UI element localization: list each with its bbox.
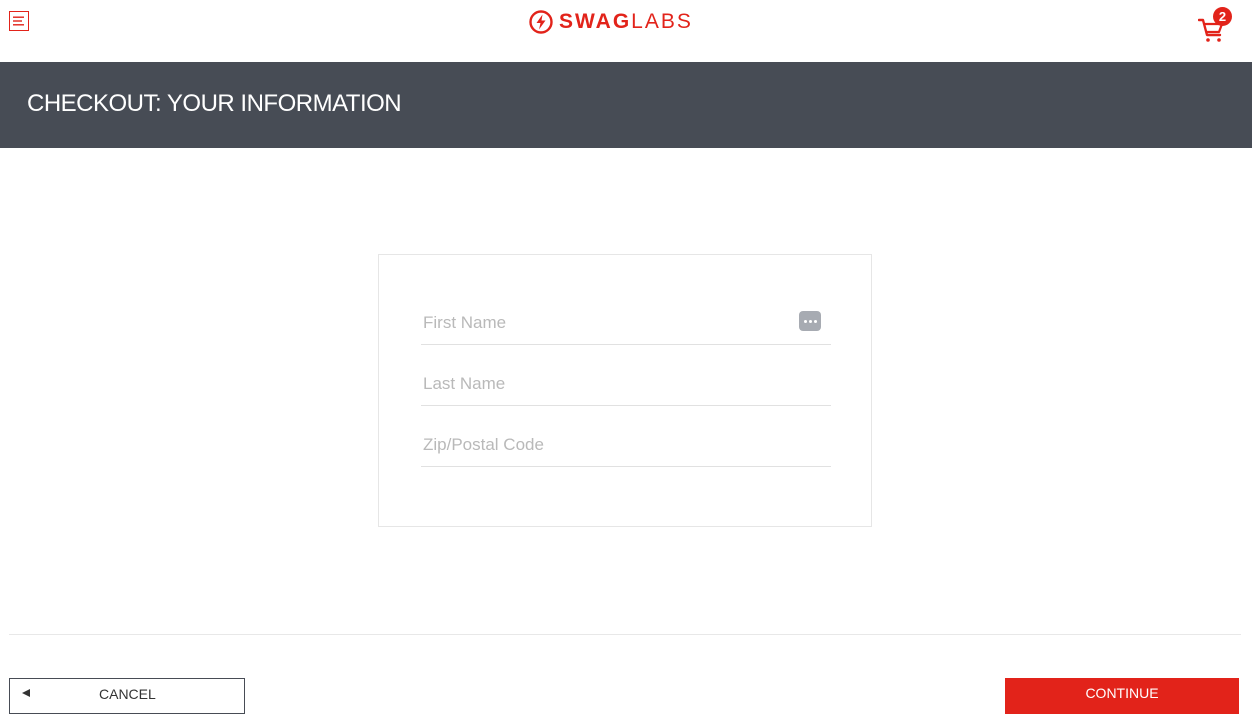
top-bar: SWAGLABS 2 [0,0,1252,62]
swag-labs-logo-icon [529,10,553,34]
checkout-info-form [378,254,872,527]
logo-text-light: LABS [631,10,693,33]
logo-text-bold: SWAG [559,10,632,33]
secondary-header: CHECKOUT: YOUR INFORMATION [0,62,1252,148]
hamburger-menu-icon [13,16,24,26]
menu-button[interactable] [9,11,29,31]
shopping-cart-link[interactable]: 2 [1198,7,1234,43]
cancel-button[interactable]: CANCEL [9,678,245,714]
swag-labs-logo: SWAGLABS [529,9,693,35]
page-title: CHECKOUT: YOUR INFORMATION [27,90,402,117]
continue-button[interactable]: CONTINUE [1005,678,1239,714]
back-arrow-icon [22,689,30,697]
last-name-input[interactable] [421,369,831,406]
first-name-input[interactable] [421,308,831,345]
cart-badge: 2 [1213,7,1232,26]
continue-button-label: CONTINUE [1085,685,1159,701]
footer-divider [9,634,1241,635]
postal-code-input[interactable] [421,430,831,467]
cancel-button-label: CANCEL [99,686,156,702]
password-manager-icon[interactable] [799,311,821,331]
